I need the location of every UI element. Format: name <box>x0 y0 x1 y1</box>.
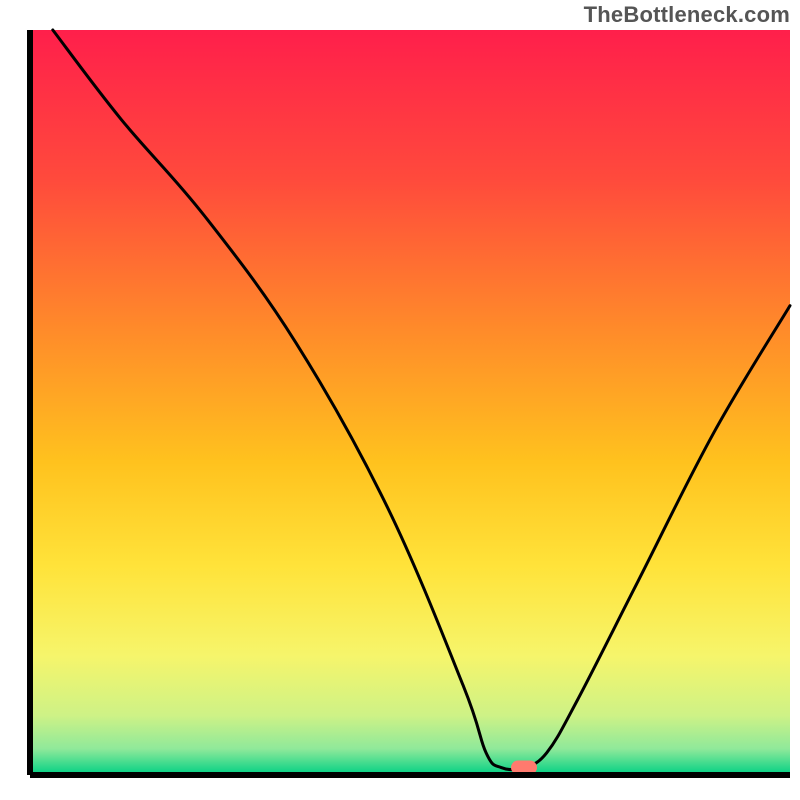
plot-area <box>30 30 790 775</box>
gradient-background <box>30 30 790 775</box>
bottleneck-chart: TheBottleneck.com <box>0 0 800 800</box>
watermark-text: TheBottleneck.com <box>584 2 790 28</box>
chart-svg <box>0 0 800 800</box>
